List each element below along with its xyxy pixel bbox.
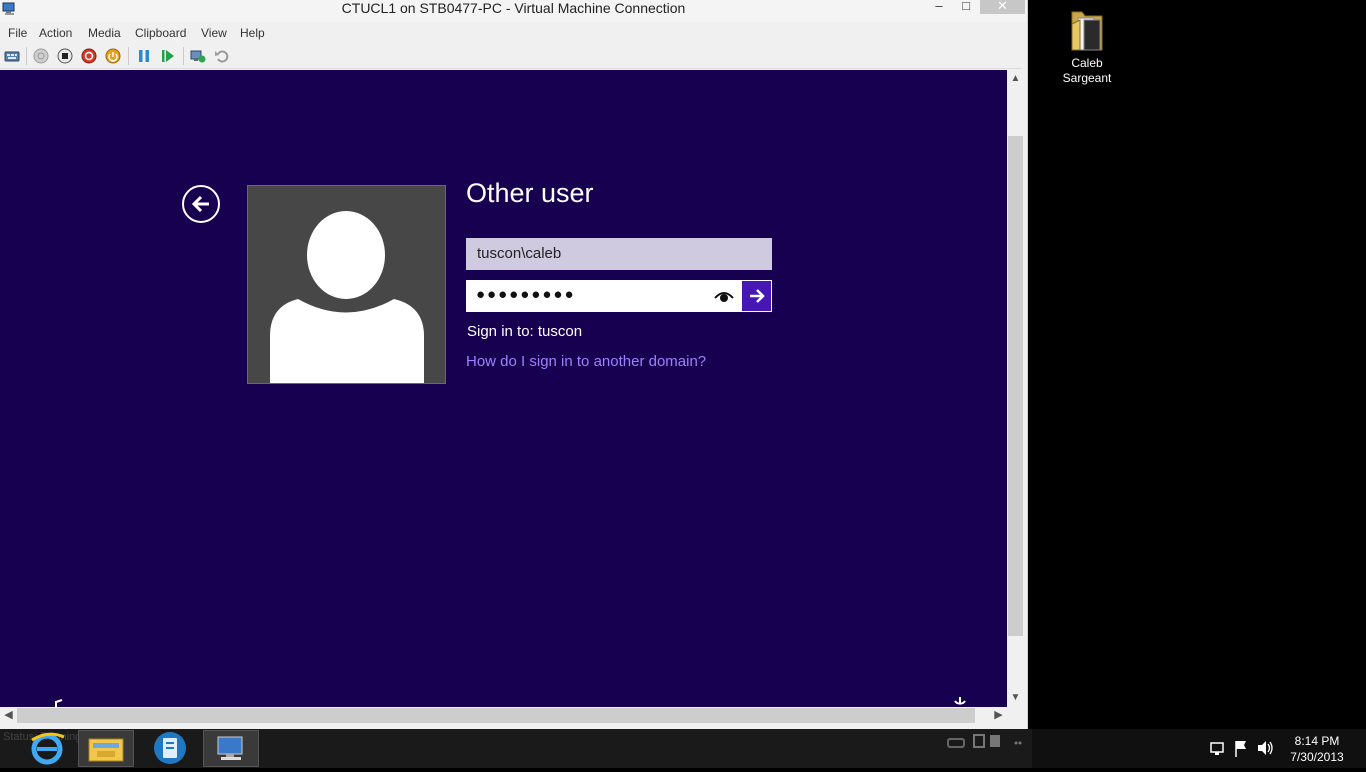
vm-connection-icon <box>217 736 243 760</box>
checkpoint-icon[interactable] <box>190 48 206 64</box>
taskbar: Status: Running 8:14 PM 7/30/2013 <box>0 729 1366 768</box>
password-input[interactable]: ●●●●●●●●● <box>466 280 741 312</box>
volume-icon[interactable] <box>1255 729 1275 768</box>
menu-bar: File Action Media Clipboard View Help <box>0 23 1027 43</box>
horizontal-scroll-thumb[interactable] <box>17 708 975 723</box>
desktop-folder-caleb-sargeant[interactable]: Caleb Sargeant <box>1056 6 1118 86</box>
username-input[interactable]: tuscon\caleb <box>466 238 772 270</box>
minimize-button[interactable]: – <box>926 0 952 13</box>
ctrl-alt-del-icon[interactable] <box>4 48 20 64</box>
menu-clipboard[interactable]: Clipboard <box>135 26 186 40</box>
folder-icon <box>1068 6 1106 52</box>
toolbar-separator <box>183 47 184 65</box>
action-center-flag-icon[interactable] <box>1231 729 1251 768</box>
server-manager-icon <box>154 732 186 764</box>
scroll-left-icon[interactable]: ◀ <box>0 707 17 724</box>
reset-icon[interactable] <box>160 48 176 64</box>
scroll-up-icon[interactable]: ▲ <box>1007 73 1024 84</box>
user-avatar <box>247 185 446 384</box>
menu-help[interactable]: Help <box>240 26 265 40</box>
shut-down-icon[interactable] <box>81 48 97 64</box>
taskbar-internet-explorer[interactable] <box>20 730 76 767</box>
back-button[interactable] <box>182 185 220 223</box>
menu-media[interactable]: Media <box>88 26 121 40</box>
clock-date: 7/30/2013 <box>1290 750 1344 764</box>
submit-button[interactable] <box>741 280 772 312</box>
arrow-right-icon <box>750 289 765 303</box>
menu-file[interactable]: File <box>8 26 27 40</box>
other-domain-link[interactable]: How do I sign in to another domain? <box>466 353 706 370</box>
menu-view[interactable]: View <box>201 26 227 40</box>
close-button[interactable]: ✕ <box>980 0 1025 14</box>
file-explorer-icon <box>88 738 124 762</box>
taskbar-server-manager[interactable] <box>142 730 198 767</box>
vertical-scrollbar[interactable]: ▲ ▼ <box>1007 70 1024 707</box>
horizontal-scrollbar[interactable]: ◀ ▶ <box>0 707 1007 724</box>
desktop-icon-label-line1: Caleb <box>1071 56 1103 70</box>
taskbar-file-explorer[interactable] <box>78 730 134 767</box>
toolbar <box>0 44 1022 69</box>
scroll-down-icon[interactable]: ▼ <box>1007 692 1024 703</box>
sign-in-domain-text: Sign in to: tuscon <box>467 323 583 340</box>
ease-of-access-icon[interactable] <box>52 698 66 707</box>
vm-connection-window: CTUCL1 on STB0477-PC - Virtual Machine C… <box>0 0 1028 729</box>
window-title: CTUCL1 on STB0477-PC - Virtual Machine C… <box>341 0 686 16</box>
vm-status-indicators-icon <box>947 734 1022 748</box>
internet-explorer-icon <box>31 732 65 765</box>
login-title: Other user <box>466 178 594 208</box>
maximize-button[interactable]: □ <box>953 0 979 13</box>
system-clock[interactable]: 8:14 PM 7/30/2013 <box>1282 733 1352 765</box>
reveal-password-icon[interactable] <box>714 289 734 303</box>
menu-action[interactable]: Action <box>39 26 72 40</box>
user-silhouette-icon <box>270 211 424 383</box>
pause-icon[interactable] <box>136 48 152 64</box>
toolbar-separator <box>128 47 129 65</box>
network-icon[interactable] <box>1207 729 1227 768</box>
desktop-icon-label-line2: Sargeant <box>1062 71 1112 85</box>
start-icon[interactable] <box>33 48 49 64</box>
scroll-right-icon[interactable]: ▶ <box>990 707 1007 724</box>
power-icon[interactable] <box>950 696 970 707</box>
revert-icon[interactable] <box>214 48 230 64</box>
toolbar-separator <box>26 47 27 65</box>
save-state-icon[interactable] <box>105 48 121 64</box>
clock-time: 8:14 PM <box>1294 734 1340 748</box>
title-bar[interactable]: CTUCL1 on STB0477-PC - Virtual Machine C… <box>0 0 1027 22</box>
vm-display[interactable]: Other user tuscon\caleb ●●●●●●●●● Sign i… <box>0 70 1007 707</box>
back-arrow-icon <box>191 195 209 213</box>
turn-off-icon[interactable] <box>57 48 73 64</box>
taskbar-vm-connection[interactable] <box>203 730 259 767</box>
vertical-scroll-thumb[interactable] <box>1008 136 1023 636</box>
